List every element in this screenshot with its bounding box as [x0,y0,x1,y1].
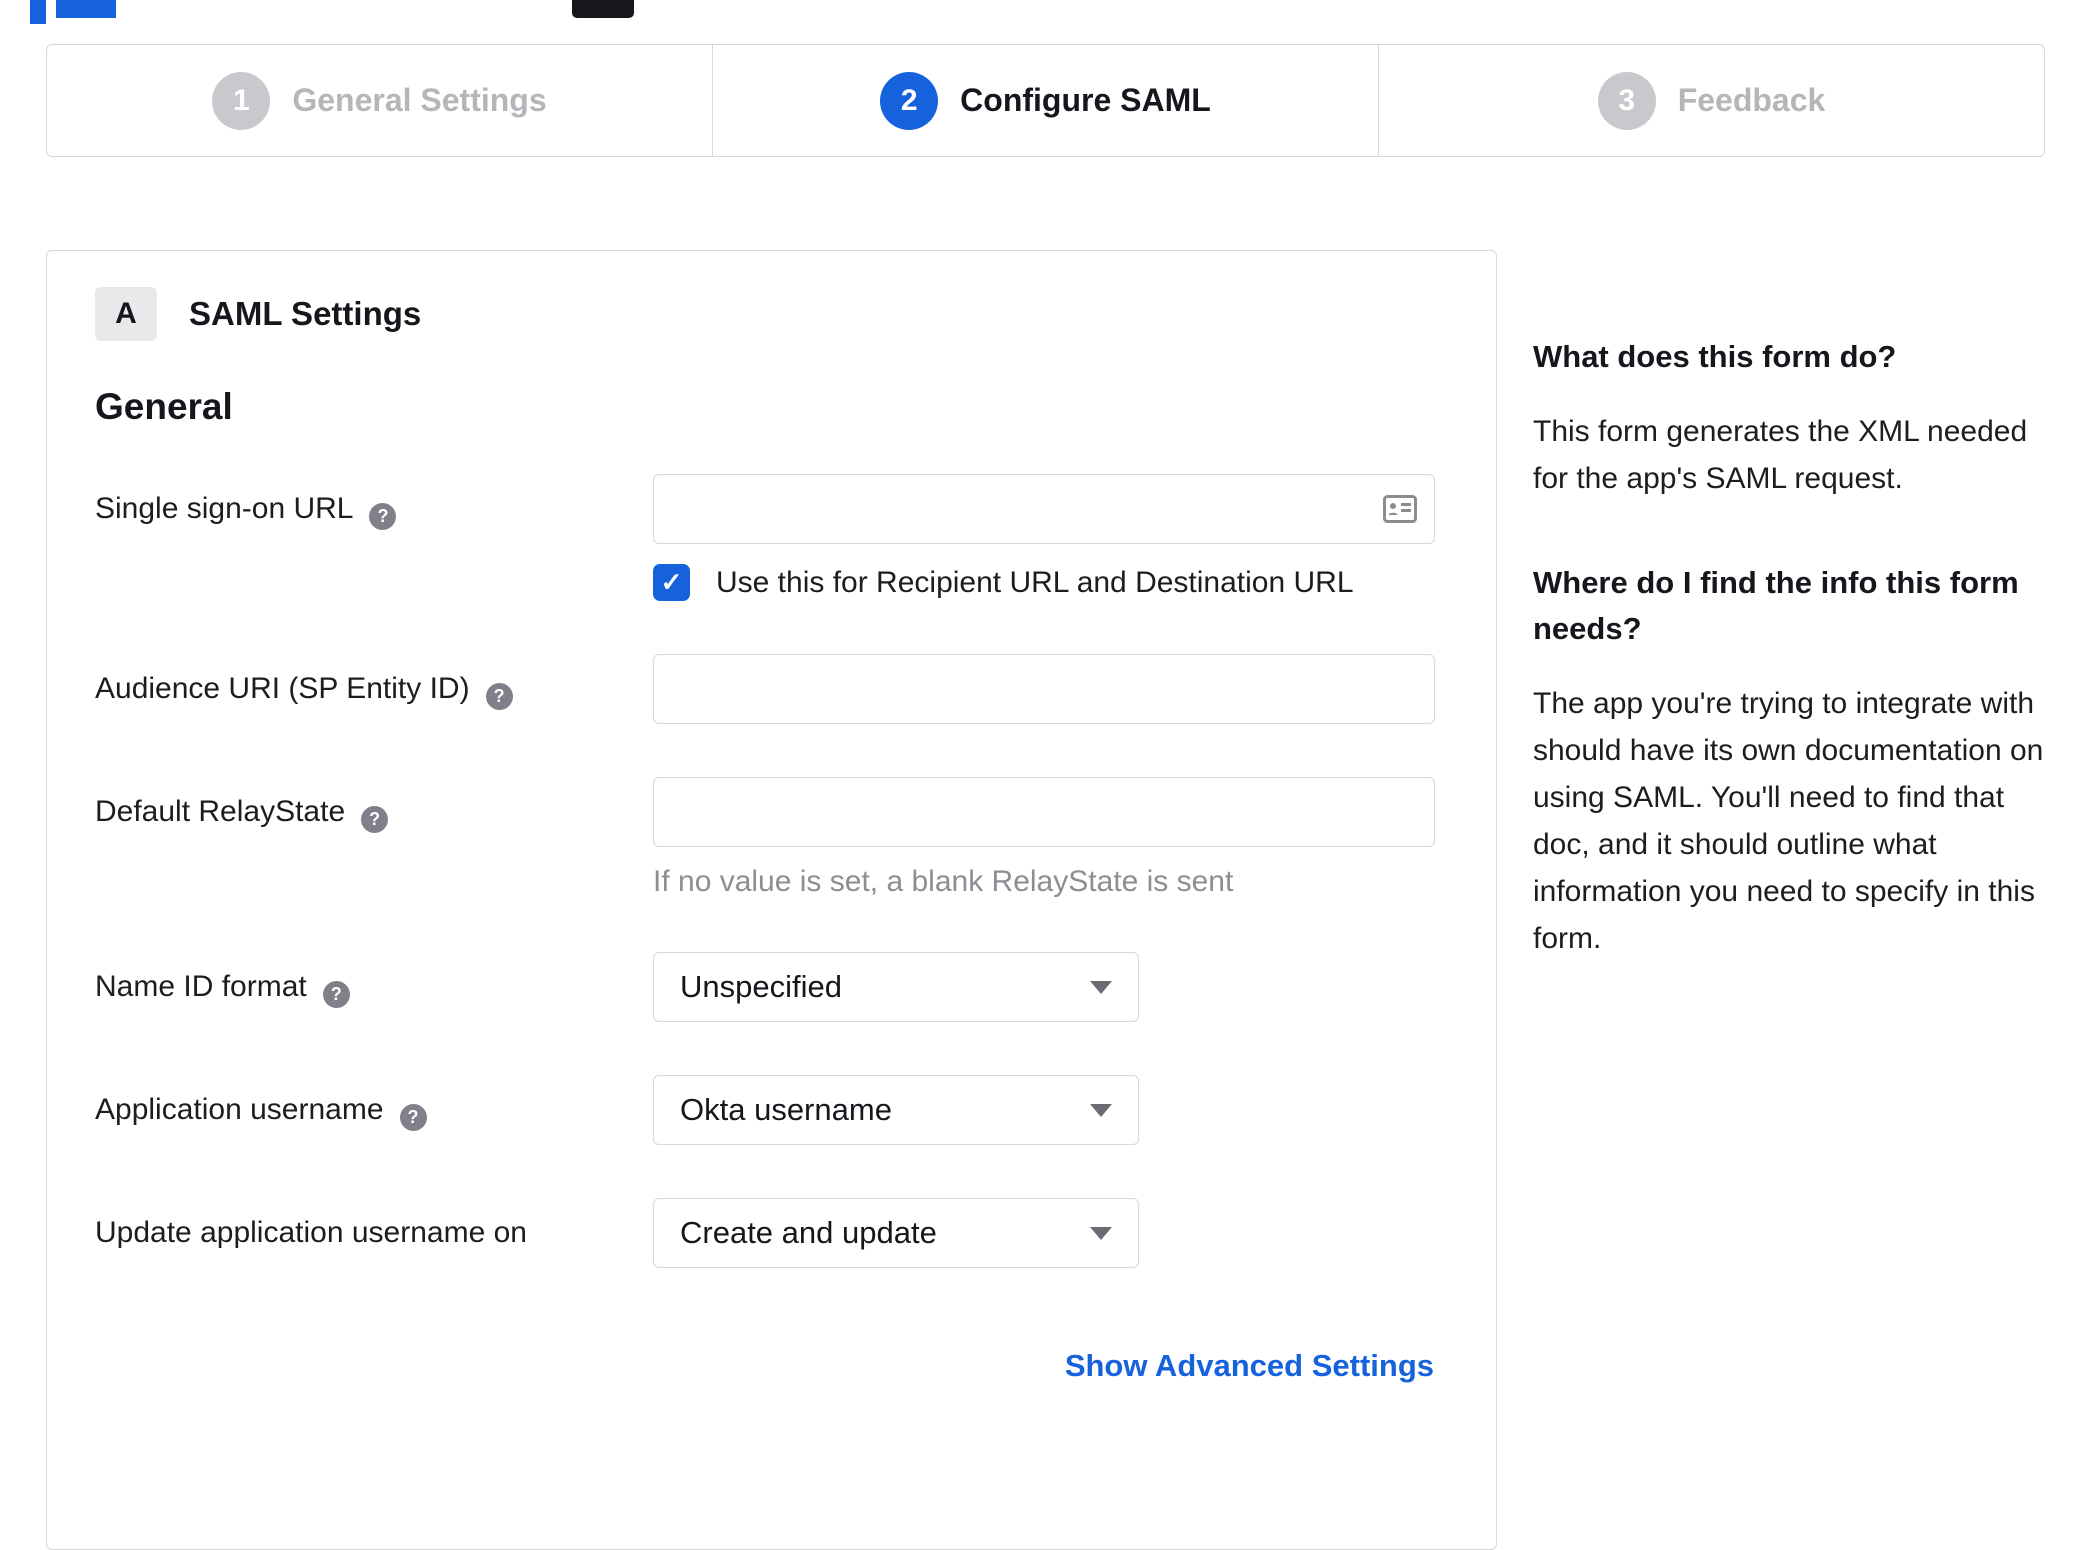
relaystate-helper-text: If no value is set, a blank RelayState i… [653,865,1234,898]
sso-recipient-checkbox-row: ✓ Use this for Recipient URL and Destina… [653,564,1435,601]
app-username-label: Application username? [95,1075,653,1145]
sso-url-label: Single sign-on URL? [95,474,653,601]
field-row-update-username: Update application username on Create an… [95,1198,1434,1268]
chevron-down-icon [1090,980,1112,994]
help-question-1-body: This form generates the XML needed for t… [1533,415,2028,495]
wizard-stepper: 1 General Settings 2 Configure SAML 3 Fe… [46,44,2045,157]
clipped-page-title-artifact [30,0,46,24]
update-username-select[interactable]: Create and update [653,1198,1139,1268]
help-icon[interactable]: ? [369,503,397,530]
update-username-value: Create and update [680,1215,937,1250]
field-row-sso-url: Single sign-on URL? ✓ Use this for Recip… [95,474,1435,601]
sso-recipient-checkbox[interactable]: ✓ [653,564,690,601]
sso-url-input[interactable] [653,474,1435,544]
app-username-value: Okta username [680,1092,892,1127]
step-general-settings[interactable]: 1 General Settings [47,45,712,156]
chevron-down-icon [1090,1103,1112,1117]
step-label: Feedback [1677,82,1826,118]
help-icon[interactable]: ? [399,1104,427,1131]
relaystate-input[interactable] [653,777,1435,847]
field-row-nameid-format: Name ID format? Unspecified [95,952,1434,1022]
field-row-app-username: Application username? Okta username [95,1075,1434,1145]
sso-recipient-checkbox-label[interactable]: Use this for Recipient URL and Destinati… [716,566,1354,600]
step-number-badge: 2 [880,71,939,130]
section-a-badge: A [95,287,157,341]
nameid-format-label: Name ID format? [95,952,653,1022]
relaystate-label: Default RelayState? [95,777,653,899]
audience-uri-label: Audience URI (SP Entity ID)? [95,654,653,724]
step-configure-saml[interactable]: 2 Configure SAML [712,45,1378,156]
group-title-general: General [95,386,233,427]
step-label: General Settings [292,82,547,118]
app-username-select[interactable]: Okta username [653,1075,1139,1145]
step-number-badge: 3 [1597,71,1656,130]
help-icon[interactable]: ? [485,683,513,710]
nameid-format-value: Unspecified [680,969,842,1004]
step-number-badge: 1 [212,71,271,130]
help-question-2-title: Where do I find the info this form needs… [1533,565,2019,646]
help-icon[interactable]: ? [322,981,350,1008]
audience-uri-input[interactable] [653,654,1435,724]
help-icon[interactable]: ? [361,806,389,833]
clipped-icon-artifact [572,0,634,18]
section-title: SAML Settings [189,295,422,332]
help-question-1-title: What does this form do? [1533,339,1897,374]
help-sidebar: What does this form do? This form genera… [1533,250,2045,1020]
step-label: Configure SAML [960,82,1211,118]
contact-card-icon [1383,495,1417,528]
field-row-relaystate: Default RelayState? If no value is set, … [95,777,1435,899]
saml-settings-panel: A SAML Settings General Single sign-on U… [46,250,1497,1550]
field-row-audience-uri: Audience URI (SP Entity ID)? [95,654,1435,724]
clipped-page-title-artifact [56,0,116,18]
help-question-2-body: The app you're trying to integrate with … [1533,687,2044,955]
update-username-label: Update application username on [95,1216,527,1249]
nameid-format-select[interactable]: Unspecified [653,952,1139,1022]
step-feedback[interactable]: 3 Feedback [1378,45,2044,156]
chevron-down-icon [1090,1226,1112,1240]
show-advanced-settings-link[interactable]: Show Advanced Settings [1065,1348,1434,1383]
